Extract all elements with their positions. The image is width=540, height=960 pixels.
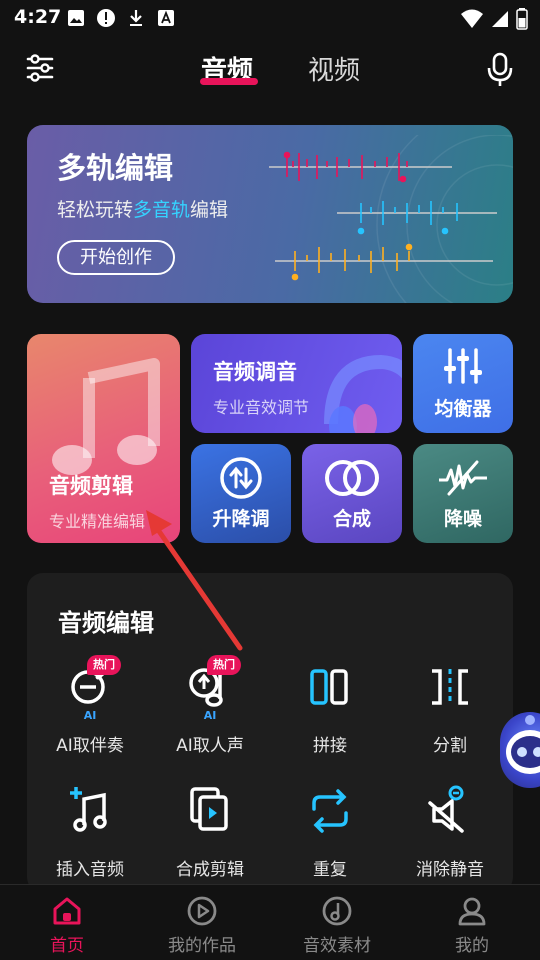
tool-remove-silence[interactable]: 消除静音	[395, 781, 505, 891]
denoise-wave-icon	[439, 460, 487, 496]
top-nav: 音频 视频	[0, 42, 540, 98]
tool-ai-accompaniment[interactable]: 热门 AI AI取伴奏	[35, 655, 145, 767]
notification-icons	[66, 8, 176, 28]
nav-profile-label: 我的	[455, 936, 489, 956]
tool-label: 重复	[313, 860, 347, 880]
card-denoise[interactable]: 降噪	[413, 444, 513, 543]
audio-edit-section: 音频编辑 热门 AI AI取伴奏 热门 AI AI取人声 拼接 分割 插入音频 …	[27, 573, 513, 893]
hot-badge: 热门	[207, 655, 241, 675]
bottom-nav: 首页 我的作品 音效素材 我的	[0, 884, 540, 960]
banner-subtitle-highlight: 多音轨	[133, 199, 191, 221]
splice-icon	[310, 669, 348, 705]
nav-sound-effects-label: 音效素材	[303, 936, 371, 956]
card-equalizer-label: 均衡器	[434, 398, 492, 420]
tool-label: 消除静音	[416, 860, 484, 880]
card-audio-tune-subtitle: 专业音效调节	[213, 398, 310, 417]
tool-insert-audio[interactable]: 插入音频	[35, 781, 145, 891]
card-audio-edit-title: 音频剪辑	[49, 474, 133, 498]
card-pitch[interactable]: 升降调	[191, 444, 291, 543]
download-icon	[126, 8, 146, 28]
equalizer-icon	[444, 348, 482, 384]
tab-active-indicator	[200, 78, 258, 85]
robot-face-icon	[506, 715, 540, 774]
alert-icon	[96, 8, 116, 28]
translate-icon	[156, 8, 176, 28]
banner-title: 多轨编辑	[57, 151, 174, 185]
tool-label: 插入音频	[56, 860, 124, 880]
tool-label: 合成剪辑	[176, 860, 244, 880]
wifi-icon	[461, 9, 483, 28]
card-mix-label: 合成	[332, 508, 371, 530]
tool-split[interactable]: 分割	[395, 657, 505, 767]
hot-badge: 热门	[87, 655, 121, 675]
multitrack-banner[interactable]: 多轨编辑 轻松玩转多音轨编辑 开始创作	[27, 125, 513, 303]
voice-record-button[interactable]	[484, 52, 520, 88]
repeat-icon	[312, 789, 348, 833]
play-circle-icon	[187, 896, 217, 926]
tool-splice[interactable]: 拼接	[275, 657, 385, 767]
pitch-arrows-icon	[220, 457, 262, 499]
split-icon	[432, 669, 468, 705]
banner-subtitle: 轻松玩转多音轨编辑	[57, 199, 229, 221]
insert-audio-icon	[70, 787, 107, 832]
merge-clip-icon	[190, 787, 228, 831]
status-time: 4:27	[14, 6, 62, 28]
tool-label: AI取人声	[176, 736, 244, 756]
system-icons	[460, 8, 528, 30]
tool-merge-clip[interactable]: 合成剪辑	[155, 781, 265, 891]
card-pitch-label: 升降调	[212, 508, 270, 530]
card-audio-tune-title: 音频调音	[213, 360, 297, 384]
user-icon	[458, 897, 486, 926]
tool-repeat[interactable]: 重复	[275, 781, 385, 891]
settings-sliders-button[interactable]	[24, 52, 60, 88]
waveform-tracks-illustration	[269, 135, 513, 303]
microphone-icon	[487, 52, 513, 86]
status-bar: 4:27	[0, 0, 540, 38]
section-title: 音频编辑	[58, 609, 154, 637]
nav-my-works-label: 我的作品	[168, 936, 236, 956]
battery-icon	[516, 8, 528, 30]
ai-tag: AI	[203, 709, 217, 722]
card-equalizer[interactable]: 均衡器	[413, 334, 513, 433]
signal-icon	[492, 11, 508, 27]
remove-silence-icon	[428, 785, 464, 833]
card-audio-edit[interactable]: 音频剪辑 专业精准编辑	[27, 334, 180, 543]
card-audio-tune[interactable]: 音频调音 专业音效调节	[191, 334, 402, 433]
merge-circles-icon	[325, 460, 379, 496]
ai-tag: AI	[83, 709, 97, 722]
sliders-icon	[26, 54, 54, 82]
tab-video[interactable]: 视频	[308, 50, 360, 87]
music-note-icon	[52, 358, 160, 475]
home-icon	[53, 897, 81, 925]
floating-assistant-button[interactable]	[500, 712, 540, 788]
card-mix[interactable]: 合成	[302, 444, 402, 543]
image-icon	[66, 8, 86, 28]
nav-home-label: 首页	[50, 936, 84, 956]
headphones-icon	[324, 354, 402, 433]
tool-ai-vocal[interactable]: 热门 AI AI取人声	[155, 655, 265, 767]
tool-label: 拼接	[313, 736, 347, 756]
tool-label: 分割	[433, 736, 467, 756]
tool-label: AI取伴奏	[56, 736, 124, 756]
card-denoise-label: 降噪	[443, 508, 482, 530]
music-disc-icon	[322, 896, 352, 926]
card-audio-edit-subtitle: 专业精准编辑	[49, 512, 146, 531]
start-creating-button[interactable]: 开始创作	[57, 240, 175, 275]
